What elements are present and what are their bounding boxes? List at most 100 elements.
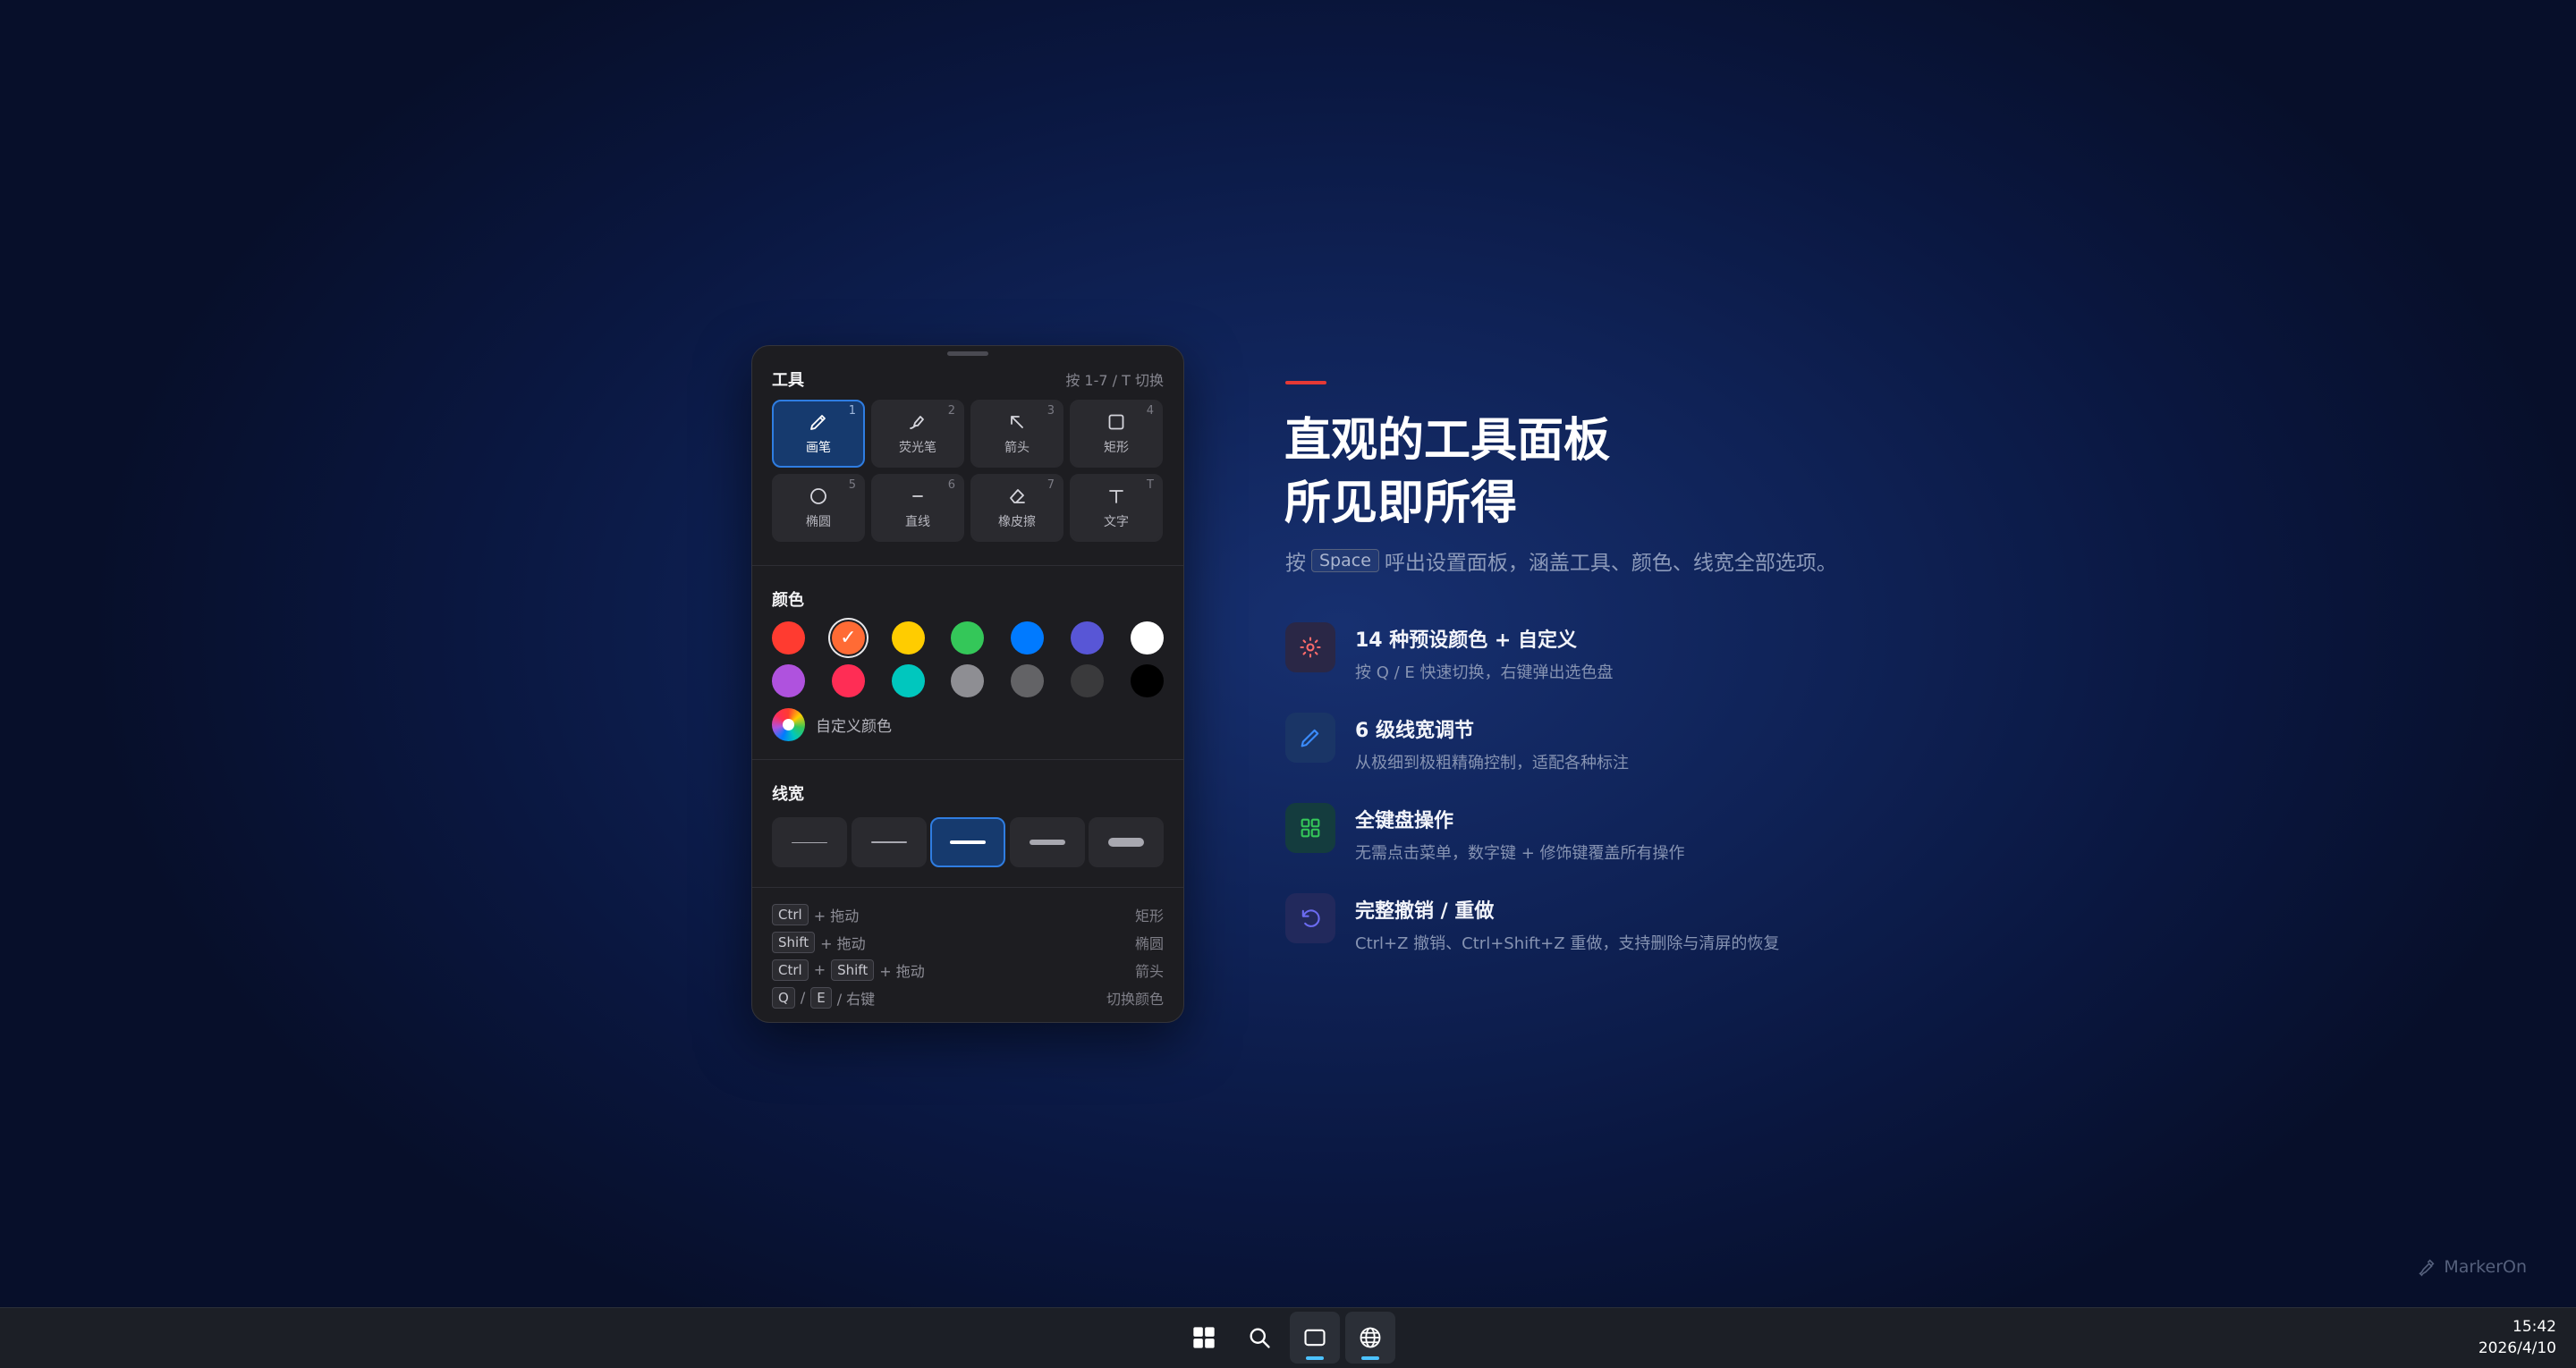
feature-title: 全键盘操作 xyxy=(1355,810,1454,832)
tool-text[interactable]: T 文字 xyxy=(1070,474,1163,542)
colors-header: 颜色 xyxy=(772,587,1164,611)
key-joiner: / xyxy=(800,989,806,1006)
marker-logo-icon xyxy=(2419,1259,2435,1277)
ellipse-icon xyxy=(810,488,826,504)
shortcut-row: Ctrl + Shift + 拖动 箭头 xyxy=(772,956,1164,984)
panel-drag-handle[interactable] xyxy=(947,351,988,356)
search-icon xyxy=(1250,1328,1270,1348)
color-swatch[interactable]: ✓ xyxy=(831,621,865,654)
tools-title: 工具 xyxy=(772,371,804,390)
color-swatch[interactable] xyxy=(1130,664,1164,697)
tool-ellipse[interactable]: 5 椭圆 xyxy=(772,474,865,542)
tool-shortcut-key: 6 xyxy=(947,478,955,492)
feature-desc: Ctrl+Z 撤销、Ctrl+Shift+Z 重做，支持删除与清屏的恢复 xyxy=(1355,934,1780,953)
color-swatch[interactable] xyxy=(1071,621,1105,654)
feature-icon-tile xyxy=(1285,893,1335,943)
shortcut-suffix: + 拖动 xyxy=(813,907,860,925)
key-cap: Q xyxy=(772,986,795,1009)
color-swatch[interactable] xyxy=(1011,664,1045,697)
key-joiner: + xyxy=(813,961,826,978)
tool-panel: 工具 按 1-7 / T 切换 1 画笔 2 荧光笔 3 箭头 4 矩形 5 椭圆 6 直线 7 橡皮擦 T… xyxy=(751,345,1184,1023)
color-swatch[interactable] xyxy=(1011,621,1045,654)
custom-color-button[interactable]: 自定义颜色 xyxy=(772,708,1164,741)
tool-label: 画笔 xyxy=(806,441,831,455)
feature-text: 全键盘操作无需点击菜单，数字键 + 修饰键覆盖所有操作 xyxy=(1355,801,1685,864)
width-preview-line xyxy=(1108,838,1144,847)
shortcut-keys: Shift + 拖动 xyxy=(772,931,866,953)
key-cap: Shift xyxy=(831,958,875,981)
taskbar-clock[interactable]: 15:42 2026/4/10 xyxy=(2479,1316,2556,1359)
divider xyxy=(752,565,1183,566)
tool-shortcut-key: 1 xyxy=(848,404,856,418)
feature-desc: 按 Q / E 快速切换，右键弹出选色盘 xyxy=(1355,663,1614,682)
tool-highlighter[interactable]: 2 荧光笔 xyxy=(871,400,964,468)
shortcut-suffix: + 拖动 xyxy=(820,934,866,952)
shortcut-keys: Ctrl + 拖动 xyxy=(772,903,860,925)
key-cap: Ctrl xyxy=(772,958,809,981)
globe-icon xyxy=(1360,1327,1381,1348)
feature-item: 14 种预设颜色 + 自定义按 Q / E 快速切换，右键弹出选色盘 xyxy=(1285,621,1911,711)
color-swatch[interactable] xyxy=(891,621,925,654)
clock-date: 2026/4/10 xyxy=(2478,1339,2556,1357)
shortcut-list: Ctrl + 拖动 矩形 Shift + 拖动 椭圆 Ctrl + Shift + 拖动 箭头 Q / E… xyxy=(772,900,1164,1011)
key-cap: Shift xyxy=(772,931,816,953)
key-cap: Ctrl xyxy=(772,903,809,925)
accent-bar xyxy=(1285,381,1326,384)
tool-label: 荧光笔 xyxy=(899,441,936,455)
key-cap: E xyxy=(810,986,832,1009)
brand-watermark: MarkerOn xyxy=(2417,1257,2527,1277)
tool-shortcut-key: 2 xyxy=(947,404,955,418)
tool-label: 橡皮擦 xyxy=(998,515,1036,529)
width-option[interactable] xyxy=(1089,817,1164,867)
feature-desc: 无需点击菜单，数字键 + 修饰键覆盖所有操作 xyxy=(1355,844,1685,863)
width-options xyxy=(772,817,1164,867)
check-icon: ✓ xyxy=(840,627,857,649)
width-option[interactable] xyxy=(851,817,927,867)
line-icon xyxy=(912,495,923,497)
feature-text: 完整撤销 / 重做 Ctrl+Z 撤销、Ctrl+Shift+Z 重做，支持删除与… xyxy=(1355,891,1779,954)
tool-shortcut-key: 4 xyxy=(1146,404,1154,418)
color-swatch[interactable] xyxy=(951,621,985,654)
tool-pencil[interactable]: 1 画笔 xyxy=(772,400,865,468)
arrow-icon xyxy=(1011,416,1023,428)
undo-icon xyxy=(1301,909,1320,927)
highlighter-icon xyxy=(910,416,924,429)
width-option[interactable] xyxy=(772,817,847,867)
color-swatch[interactable] xyxy=(1071,664,1105,697)
shortcut-row: Shift + 拖动 椭圆 xyxy=(772,928,1164,956)
tool-rectangle[interactable]: 4 矩形 xyxy=(1070,400,1163,468)
tool-shortcut-key: 3 xyxy=(1046,404,1055,418)
color-wheel-icon xyxy=(772,708,805,741)
clock-time: 15:42 xyxy=(2512,1318,2556,1336)
tool-eraser[interactable]: 7 橡皮擦 xyxy=(970,474,1063,542)
search-button[interactable] xyxy=(1234,1312,1284,1364)
shortcut-action: 矩形 xyxy=(1134,907,1164,925)
start-icon xyxy=(1193,1327,1215,1348)
width-option[interactable] xyxy=(930,817,1005,867)
colors-title: 颜色 xyxy=(772,591,804,610)
tools-header: 工具 按 1-7 / T 切换 xyxy=(772,367,1164,391)
pen-icon xyxy=(1301,729,1319,747)
taskbar-app-browser[interactable] xyxy=(1345,1312,1395,1364)
tool-label: 文字 xyxy=(1104,515,1129,529)
custom-color-label: 自定义颜色 xyxy=(816,718,892,736)
color-swatch[interactable] xyxy=(772,621,805,654)
color-swatch[interactable] xyxy=(772,664,805,697)
color-swatch[interactable] xyxy=(1130,621,1164,654)
shortcut-action: 切换颜色 xyxy=(1106,990,1164,1008)
taskbar-app-window[interactable] xyxy=(1290,1312,1340,1364)
tool-line[interactable]: 6 直线 xyxy=(871,474,964,542)
width-option[interactable] xyxy=(1009,817,1085,867)
color-swatch[interactable] xyxy=(891,664,925,697)
width-preview-line xyxy=(870,841,907,843)
color-swatch[interactable] xyxy=(831,664,865,697)
subtitle-prefix: 按 xyxy=(1285,552,1306,575)
tool-arrow[interactable]: 3 箭头 xyxy=(970,400,1063,468)
color-swatch[interactable] xyxy=(951,664,985,697)
window-icon xyxy=(1304,1329,1326,1347)
taskbar: 15:42 2026/4/10 xyxy=(0,1307,2576,1368)
start-button[interactable] xyxy=(1179,1312,1229,1364)
divider xyxy=(752,759,1183,760)
feature-text: 6 级线宽调节 从极细到极粗精确控制，适配各种标注 xyxy=(1355,711,1629,773)
headline: 直观的工具面板 所见即所得 xyxy=(1284,410,1610,535)
